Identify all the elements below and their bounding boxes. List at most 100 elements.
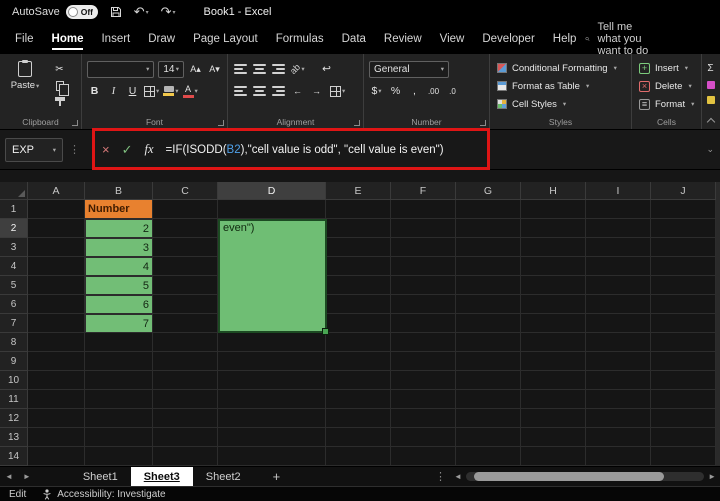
row-header-4[interactable]: 4 [0, 257, 28, 276]
cell-E2[interactable] [326, 219, 391, 238]
cell-C11[interactable] [153, 390, 218, 409]
cell-C8[interactable] [153, 333, 218, 352]
save-button[interactable] [110, 6, 122, 18]
cell-E4[interactable] [326, 257, 391, 276]
autosave-toggle[interactable]: AutoSave Off [12, 5, 98, 19]
cell-I10[interactable] [586, 371, 651, 390]
column-header-C[interactable]: C [153, 182, 218, 200]
tab-view[interactable]: View [431, 27, 474, 51]
format-cells-button[interactable]: ≡ Format ▾ [635, 95, 698, 113]
cell-I9[interactable] [586, 352, 651, 371]
tab-data[interactable]: Data [333, 27, 375, 51]
italic-button[interactable]: I [106, 83, 121, 100]
cell-I14[interactable] [586, 447, 651, 466]
cell-B11[interactable] [85, 390, 153, 409]
cell-H10[interactable] [521, 371, 586, 390]
tab-review[interactable]: Review [375, 27, 431, 51]
cell-D14[interactable] [218, 447, 326, 466]
merge-center-button[interactable]: ▾ [330, 83, 345, 100]
cell-H2[interactable] [521, 219, 586, 238]
tab-formulas[interactable]: Formulas [267, 27, 333, 51]
cell-J3[interactable] [651, 238, 716, 257]
cell-A4[interactable] [28, 257, 85, 276]
enter-button[interactable]: ✓ [122, 142, 133, 158]
cell-F5[interactable] [391, 276, 456, 295]
cell-B7[interactable]: 7 [85, 314, 153, 333]
sheet-nav-right-icon[interactable]: ► [18, 472, 36, 481]
column-header-G[interactable]: G [456, 182, 521, 200]
align-bottom-button[interactable] [271, 61, 286, 78]
cell-G8[interactable] [456, 333, 521, 352]
cell-H7[interactable] [521, 314, 586, 333]
percent-style-button[interactable]: % [388, 83, 403, 100]
accessibility-checker[interactable]: Accessibility: Investigate [42, 489, 166, 500]
cell-J2[interactable] [651, 219, 716, 238]
cell-B10[interactable] [85, 371, 153, 390]
alignment-dialog-launcher[interactable] [354, 120, 360, 126]
row-header-2[interactable]: 2 [0, 219, 28, 238]
number-format-select[interactable]: General ▾ [369, 60, 449, 78]
cell-A9[interactable] [28, 352, 85, 371]
fill-handle[interactable] [322, 328, 329, 335]
row-header-13[interactable]: 13 [0, 428, 28, 447]
scrollbar-thumb[interactable] [473, 472, 665, 481]
cell-F4[interactable] [391, 257, 456, 276]
cell-B6[interactable]: 6 [85, 295, 153, 314]
cell-A7[interactable] [28, 314, 85, 333]
cell-F8[interactable] [391, 333, 456, 352]
new-sheet-button[interactable]: + [268, 469, 286, 484]
cell-G6[interactable] [456, 295, 521, 314]
cell-G11[interactable] [456, 390, 521, 409]
cell-J5[interactable] [651, 276, 716, 295]
cell-B2[interactable]: 2 [85, 219, 153, 238]
row-header-7[interactable]: 7 [0, 314, 28, 333]
cell-I5[interactable] [586, 276, 651, 295]
align-right-button[interactable] [271, 83, 286, 100]
increase-decimal-button[interactable]: .00 [426, 83, 441, 100]
cell-B1[interactable]: Number [85, 200, 153, 219]
scroll-left-icon[interactable]: ◄ [454, 472, 462, 481]
delete-cells-button[interactable]: × Delete ▾ [635, 77, 698, 95]
tab-developer[interactable]: Developer [473, 27, 543, 51]
cell-I11[interactable] [586, 390, 651, 409]
cell-G13[interactable] [456, 428, 521, 447]
cell-A10[interactable] [28, 371, 85, 390]
bold-button[interactable]: B [87, 83, 102, 100]
cell-E3[interactable] [326, 238, 391, 257]
cell-C1[interactable] [153, 200, 218, 219]
autosum-button[interactable]: Σ [707, 63, 713, 74]
cell-E11[interactable] [326, 390, 391, 409]
cell-G14[interactable] [456, 447, 521, 466]
increase-indent-button[interactable]: → [309, 83, 324, 100]
cell-A5[interactable] [28, 276, 85, 295]
cell-I2[interactable] [586, 219, 651, 238]
wrap-text-button[interactable]: ↩ [319, 61, 334, 78]
cell-C7[interactable] [153, 314, 218, 333]
cut-button[interactable]: ✂ [52, 64, 67, 75]
cell-H5[interactable] [521, 276, 586, 295]
cell-A6[interactable] [28, 295, 85, 314]
cell-A14[interactable] [28, 447, 85, 466]
column-header-F[interactable]: F [391, 182, 456, 200]
number-dialog-launcher[interactable] [480, 120, 486, 126]
column-header-B[interactable]: B [85, 182, 153, 200]
cell-E12[interactable] [326, 409, 391, 428]
cell-A11[interactable] [28, 390, 85, 409]
decrease-decimal-button[interactable]: .0 [445, 83, 460, 100]
edited-cell-range-D2-D7[interactable]: even") [218, 219, 329, 335]
paste-button[interactable]: Paste▾ [7, 60, 43, 107]
cell-F1[interactable] [391, 200, 456, 219]
tab-file[interactable]: File [6, 27, 43, 51]
cell-G10[interactable] [456, 371, 521, 390]
cell-D1[interactable] [218, 200, 326, 219]
format-painter-button[interactable] [52, 96, 67, 107]
insert-cells-button[interactable]: + Insert ▾ [635, 59, 698, 77]
cell-A3[interactable] [28, 238, 85, 257]
cell-B8[interactable] [85, 333, 153, 352]
sheet-tab-sheet3[interactable]: Sheet3 [130, 467, 193, 486]
cell-I8[interactable] [586, 333, 651, 352]
cell-J4[interactable] [651, 257, 716, 276]
cell-G9[interactable] [456, 352, 521, 371]
cell-D11[interactable] [218, 390, 326, 409]
cancel-button[interactable]: × [102, 142, 110, 157]
